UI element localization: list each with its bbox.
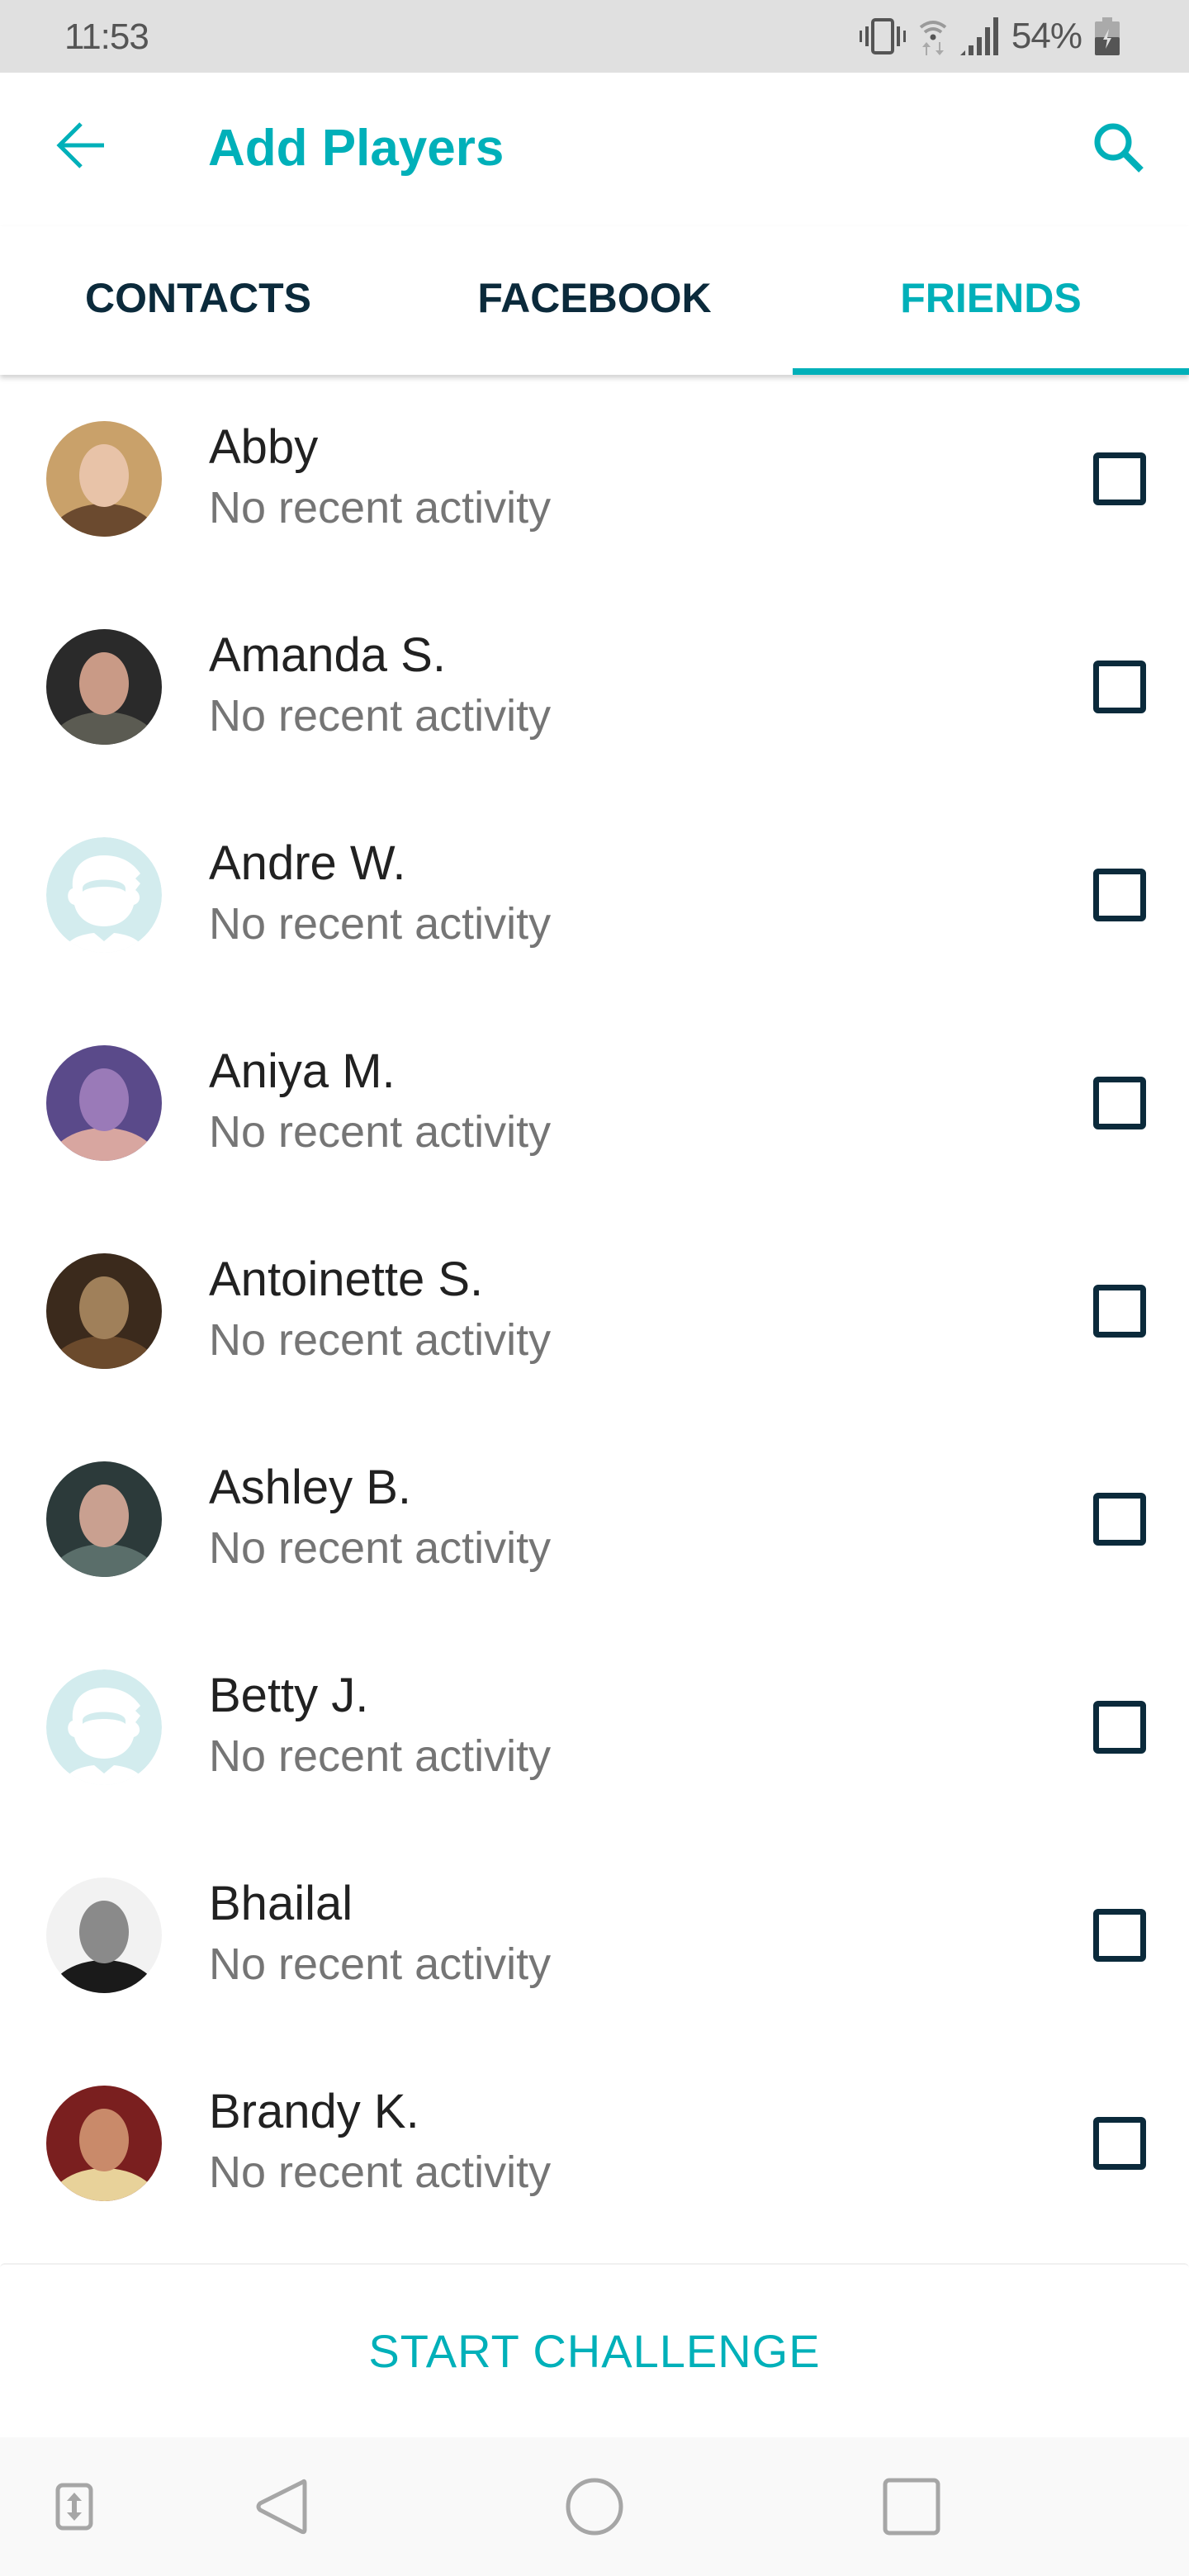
friend-name: Ashley B.	[209, 1461, 411, 1514]
friend-name: Bhailal	[209, 1877, 353, 1930]
friend-list: Abby No recent activity Amanda S. No rec…	[0, 375, 1189, 2247]
select-checkbox[interactable]	[1093, 869, 1146, 921]
circle-home-icon	[566, 2478, 623, 2536]
friend-status: No recent activity	[209, 1731, 552, 1781]
page-title: Add Players	[208, 120, 504, 177]
system-nav-bar	[0, 2437, 1189, 2576]
select-checkbox[interactable]	[1093, 1285, 1146, 1338]
tab-contacts[interactable]: CONTACTS	[0, 226, 396, 375]
default-avatar-icon	[46, 1669, 162, 1785]
default-avatar	[46, 1669, 162, 1785]
select-checkbox[interactable]	[1093, 661, 1146, 713]
battery-percent: 54%	[1011, 16, 1082, 56]
triangle-back-icon	[256, 2479, 307, 2535]
profile-photo	[46, 1461, 162, 1577]
tab-bar: CONTACTS FACEBOOK FRIENDS	[0, 226, 1189, 375]
nav-recents-button[interactable]	[870, 2437, 953, 2576]
default-avatar	[46, 837, 162, 953]
friend-name: Brandy K.	[209, 2085, 419, 2138]
friend-list-item[interactable]: Betty J. No recent activity	[0, 1623, 1189, 1831]
select-checkbox[interactable]	[1093, 1701, 1146, 1754]
battery-charging-icon	[1095, 17, 1120, 55]
wifi-data-icon	[919, 21, 947, 55]
arrow-left-icon	[56, 122, 104, 168]
screen-toggle-button[interactable]	[41, 2437, 107, 2576]
friend-list-item[interactable]: Bhailal No recent activity	[0, 1831, 1189, 2039]
friend-status: No recent activity	[209, 1315, 552, 1365]
select-checkbox[interactable]	[1093, 2117, 1146, 2170]
profile-photo	[46, 421, 162, 537]
vibrate-icon	[859, 18, 906, 54]
status-time: 11:53	[64, 17, 149, 57]
tab-friends[interactable]: FRIENDS	[793, 226, 1189, 375]
profile-photo	[46, 2086, 162, 2201]
search-icon	[1094, 123, 1144, 173]
friend-list-item[interactable]: Brandy K. No recent activity	[0, 2039, 1189, 2247]
tab-facebook[interactable]: FACEBOOK	[396, 226, 793, 375]
screen-resize-icon	[55, 2483, 93, 2531]
profile-photo	[46, 1878, 162, 1993]
back-button[interactable]	[48, 112, 114, 178]
friend-status: No recent activity	[209, 483, 552, 533]
select-checkbox[interactable]	[1093, 1493, 1146, 1546]
friend-status: No recent activity	[209, 1523, 552, 1573]
square-recents-icon	[883, 2478, 940, 2536]
friend-list-item[interactable]: Amanda S. No recent activity	[0, 583, 1189, 791]
avatar-photo	[46, 629, 162, 745]
friend-name: Andre W.	[209, 836, 406, 890]
friend-list-item[interactable]: Andre W. No recent activity	[0, 791, 1189, 999]
app-bar: Add Players	[0, 73, 1189, 226]
avatar-photo	[46, 1045, 162, 1161]
nav-home-button[interactable]	[553, 2437, 636, 2576]
select-checkbox[interactable]	[1093, 1909, 1146, 1962]
friend-name: Antoinette S.	[209, 1252, 484, 1306]
friend-list-item[interactable]: Antoinette S. No recent activity	[0, 1207, 1189, 1415]
friend-list-item[interactable]: Abby No recent activity	[0, 375, 1189, 583]
profile-photo	[46, 1253, 162, 1369]
friend-list-item[interactable]: Ashley B. No recent activity	[0, 1415, 1189, 1623]
avatar-photo	[46, 1253, 162, 1369]
default-avatar-icon	[46, 837, 162, 953]
friend-status: No recent activity	[209, 1107, 552, 1157]
avatar-photo	[46, 421, 162, 537]
action-card: START CHALLENGE	[0, 2263, 1189, 2437]
profile-photo	[46, 629, 162, 745]
friend-name: Amanda S.	[209, 628, 446, 682]
friend-status: No recent activity	[209, 2147, 552, 2197]
avatar-photo	[46, 1878, 162, 1993]
avatar-photo	[46, 1461, 162, 1577]
friend-status: No recent activity	[209, 691, 552, 741]
search-button[interactable]	[1082, 111, 1156, 185]
profile-photo	[46, 1045, 162, 1161]
avatar-photo	[46, 2086, 162, 2201]
friend-name: Betty J.	[209, 1669, 369, 1722]
friend-name: Abby	[209, 420, 319, 474]
cell-signal-icon	[959, 17, 998, 55]
select-checkbox[interactable]	[1093, 452, 1146, 505]
friend-list-item[interactable]: Aniya M. No recent activity	[0, 999, 1189, 1207]
status-bar: 11:53 54%	[0, 0, 1189, 73]
start-challenge-button[interactable]: START CHALLENGE	[335, 2308, 853, 2394]
status-icons: 54%	[859, 15, 1120, 58]
select-checkbox[interactable]	[1093, 1077, 1146, 1129]
friend-status: No recent activity	[209, 899, 552, 949]
active-tab-indicator	[793, 368, 1189, 375]
friend-name: Aniya M.	[209, 1044, 396, 1098]
friend-status: No recent activity	[209, 1939, 552, 1989]
nav-back-button[interactable]	[239, 2437, 322, 2576]
